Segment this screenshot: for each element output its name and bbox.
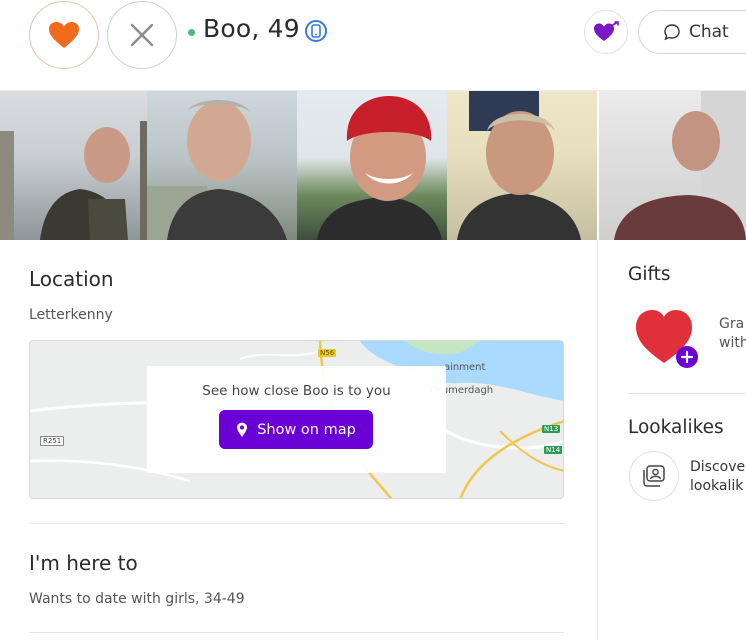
chat-button-label: Chat [689,22,729,42]
profile-photo-3[interactable] [297,91,447,240]
pass-button[interactable] [107,1,177,69]
map-overlay-card: See how close Boo is to you Show on map [147,366,446,473]
lookalikes-heading: Lookalikes [628,417,724,438]
send-gift-button[interactable] [584,10,628,54]
like-button[interactable] [29,1,99,69]
section-divider [29,523,564,524]
section-divider-bottom [29,632,564,633]
phone-icon [305,20,327,42]
map-road-n56: N56 [318,349,337,357]
lookalikes-text-line2: lookalik [690,478,744,494]
chat-button[interactable]: Chat [638,10,746,54]
lookalikes-button[interactable] [629,451,679,501]
online-status-dot [188,29,195,36]
map-label-partial: ainment [444,362,486,373]
map-prompt-text: See how close Boo is to you [202,383,391,399]
gifts-heading: Gifts [628,264,671,285]
here-to-heading: I'm here to [29,551,138,575]
gift-heart-icon[interactable] [633,305,703,369]
sidebar-divider [628,393,746,394]
gift-text-line1: Gra [719,316,745,332]
lookalikes-text-line1: Discove [690,459,746,475]
column-divider [597,240,598,641]
location-heading: Location [29,267,114,291]
show-on-map-label: Show on map [257,421,356,438]
map-road-n13: N13 [542,425,561,433]
profile-name: Boo, 49 [203,14,300,43]
gift-text-line2: with [719,335,746,351]
profile-photo-4[interactable] [447,91,597,240]
show-on-map-button[interactable]: Show on map [219,410,373,449]
heart-gift-icon [594,21,619,41]
map-road-n14: N14 [544,446,563,454]
map-pin-icon [237,422,248,437]
profile-photo-2[interactable] [147,91,297,240]
photo-stack-icon [643,465,665,487]
profile-photo-5[interactable] [599,91,746,240]
location-value: Letterkenny [29,307,113,323]
map-road-r251: R251 [40,436,65,446]
close-icon [130,23,154,47]
profile-photo-1[interactable] [0,91,147,240]
here-to-value: Wants to date with girls, 34-49 [29,591,245,607]
chat-bubble-icon [664,24,680,41]
heart-icon [49,22,79,48]
